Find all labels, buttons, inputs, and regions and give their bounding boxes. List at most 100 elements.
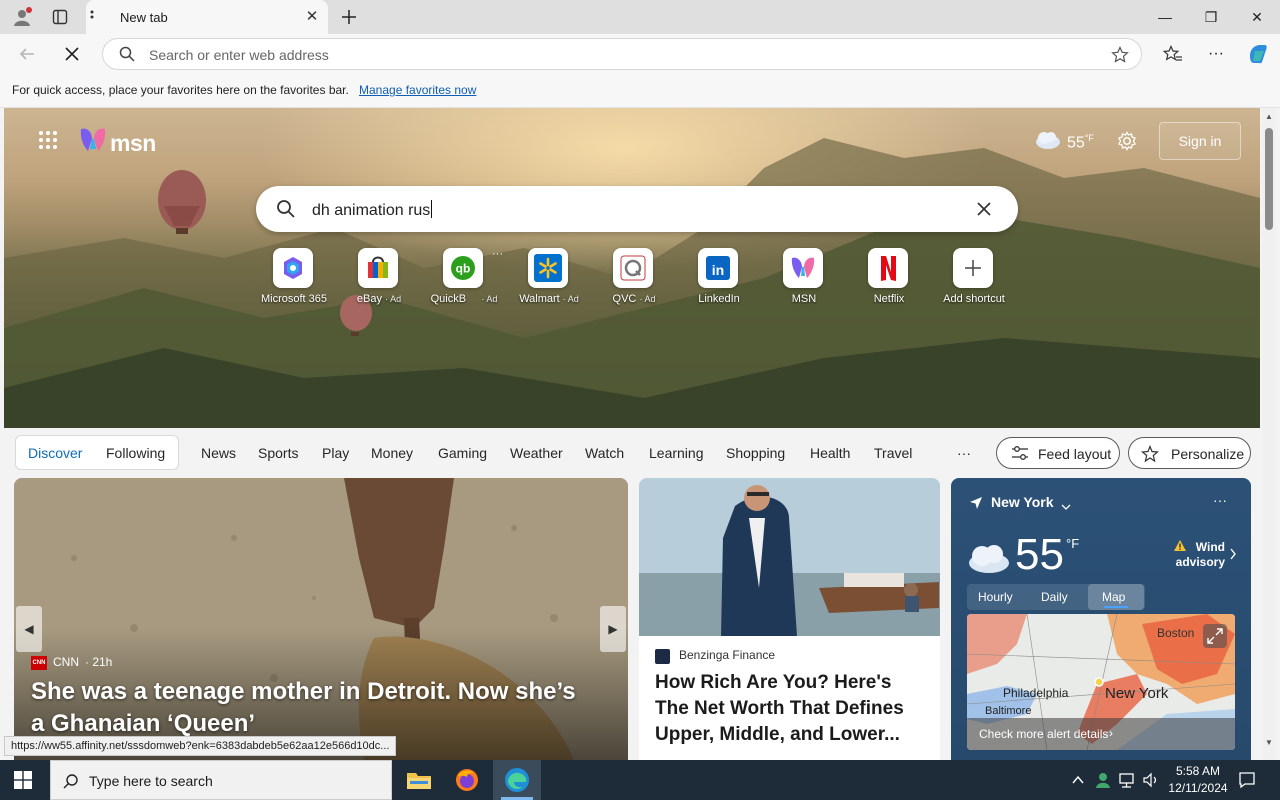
shortcut-label: QVC · Ad xyxy=(586,293,682,305)
msn-butterfly-icon xyxy=(80,128,106,151)
nav-shopping[interactable]: Shopping xyxy=(726,445,785,461)
ad-badge: · Ad xyxy=(481,294,498,304)
shortcut-quickbooks[interactable]: qb ··· QuickB · Ad xyxy=(422,248,506,312)
scroll-up-icon[interactable]: ▲ xyxy=(1265,112,1273,121)
sign-in-button[interactable]: Sign in xyxy=(1159,122,1241,160)
carousel-prev-button[interactable]: ◀ xyxy=(16,606,42,652)
carousel-next-button[interactable]: ▶ xyxy=(600,606,626,652)
page-scrollbar[interactable]: ▲ ▼ xyxy=(1262,108,1276,760)
nav-health[interactable]: Health xyxy=(810,445,850,461)
shortcut-linkedin[interactable]: in LinkedIn xyxy=(677,248,761,312)
cloud-weather-icon xyxy=(965,542,1011,574)
weather-more-icon[interactable]: ··· xyxy=(1213,492,1227,508)
header-weather-temp[interactable]: 55°F xyxy=(1067,133,1094,152)
shortcut-netflix[interactable]: Netflix xyxy=(847,248,931,312)
profile-icon[interactable] xyxy=(12,7,32,27)
news-card[interactable]: Benzinga Finance How Rich Are You? Here'… xyxy=(639,478,940,760)
header-weather-value: 55 xyxy=(1067,134,1085,152)
text-caret xyxy=(431,200,433,218)
more-options-icon[interactable]: ··· xyxy=(1207,45,1225,63)
tab-daily[interactable]: Daily xyxy=(1041,590,1068,604)
taskbar-search-box[interactable]: Type here to search xyxy=(50,760,392,800)
favorites-icon[interactable] xyxy=(1162,45,1183,63)
clear-search-icon[interactable] xyxy=(976,201,992,217)
feed-layout-button[interactable]: Feed layout xyxy=(996,437,1120,469)
web-search-box[interactable]: dh animation rus xyxy=(256,186,1018,232)
check-alert-details-link[interactable]: Check more alert details › xyxy=(967,718,1235,750)
netflix-icon xyxy=(868,248,908,288)
nav-play[interactable]: Play xyxy=(322,445,349,461)
nav-money[interactable]: Money xyxy=(371,445,413,461)
tab-actions-icon[interactable] xyxy=(52,9,68,25)
tray-app-icon[interactable] xyxy=(1094,771,1112,789)
nav-watch[interactable]: Watch xyxy=(585,445,624,461)
firefox-icon[interactable] xyxy=(455,768,479,792)
expand-map-icon[interactable] xyxy=(1203,624,1227,648)
shortcut-qvc[interactable]: QVC · Ad xyxy=(592,248,676,312)
copilot-icon[interactable] xyxy=(1246,42,1270,66)
apps-grid-icon[interactable] xyxy=(38,130,58,150)
file-explorer-icon[interactable] xyxy=(406,769,432,791)
stop-loading-icon[interactable] xyxy=(63,45,81,63)
details-chevron-right-icon: › xyxy=(1109,726,1113,740)
scroll-down-icon[interactable]: ▼ xyxy=(1265,738,1273,747)
manage-favorites-link[interactable]: Manage favorites now xyxy=(359,83,476,97)
weather-alert-map[interactable]: Boston Philadelphia New York Baltimore C… xyxy=(967,614,1235,750)
weather-alert[interactable]: Wind advisory xyxy=(1173,540,1225,570)
msn-logo[interactable]: msn xyxy=(78,122,162,160)
tab-hourly[interactable]: Hourly xyxy=(978,590,1013,604)
hero-background: msn 55°F Sign in dh animation rus Micros… xyxy=(4,108,1260,428)
show-hidden-icons-chevron-up-icon[interactable] xyxy=(1071,773,1085,785)
nav-weather[interactable]: Weather xyxy=(510,445,563,461)
address-bar[interactable]: Search or enter web address xyxy=(102,38,1142,70)
scrollbar-thumb[interactable] xyxy=(1265,128,1273,230)
nav-travel[interactable]: Travel xyxy=(874,445,912,461)
tab-discover[interactable]: Discover xyxy=(28,445,82,461)
alert-chevron-right-icon[interactable] xyxy=(1229,547,1237,560)
tab-new-tab[interactable]: New tab ✕ xyxy=(86,0,328,34)
settings-gear-icon[interactable] xyxy=(1117,131,1137,151)
minimize-icon[interactable]: — xyxy=(1150,6,1180,28)
nav-more-button[interactable]: ··· xyxy=(957,445,971,461)
nav-news[interactable]: News xyxy=(201,445,236,461)
shortcut-more-icon[interactable]: ··· xyxy=(492,248,503,260)
notifications-icon[interactable] xyxy=(1238,771,1256,789)
windows-start-icon[interactable] xyxy=(14,771,32,789)
weather-card[interactable]: New York ··· 55 °F Wind advisory Hourly … xyxy=(951,478,1251,760)
taskbar-clock[interactable]: 5:58 AM 12/11/2024 xyxy=(1160,763,1236,797)
weather-temperature: 55 xyxy=(1015,530,1064,579)
shortcut-microsoft-365[interactable]: Microsoft 365 xyxy=(252,248,336,312)
search-input[interactable]: dh animation rus xyxy=(312,200,433,220)
new-tab-button[interactable] xyxy=(339,7,359,27)
volume-icon[interactable] xyxy=(1142,771,1160,789)
hero-news-card[interactable]: ◀ ▶ CNN CNN · 21h She was a teenage moth… xyxy=(14,478,628,760)
network-icon[interactable] xyxy=(1118,771,1136,789)
shortcut-walmart[interactable]: Walmart · Ad xyxy=(507,248,591,312)
favorite-star-icon[interactable] xyxy=(1111,46,1129,64)
restore-icon[interactable]: ❐ xyxy=(1196,6,1226,28)
shortcut-add[interactable]: Add shortcut xyxy=(932,248,1016,312)
header-weather-cloud-icon[interactable] xyxy=(1032,130,1062,150)
edge-taskbar-button[interactable] xyxy=(493,760,541,800)
tab-following[interactable]: Following xyxy=(106,445,165,461)
tab-map-active[interactable]: Map xyxy=(1088,584,1144,610)
personalize-button[interactable]: Personalize xyxy=(1128,437,1251,469)
nav-gaming[interactable]: Gaming xyxy=(438,445,487,461)
shortcut-ebay[interactable]: eBay · Ad xyxy=(337,248,421,312)
tab-close-icon[interactable]: ✕ xyxy=(304,9,320,25)
walmart-spark-icon xyxy=(528,248,568,288)
close-window-icon[interactable]: ✕ xyxy=(1242,6,1272,28)
card2-title[interactable]: How Rich Are You? Here's The Net Worth T… xyxy=(655,670,927,748)
weather-city[interactable]: New York xyxy=(991,494,1054,510)
alert-line-1: Wind xyxy=(1195,540,1225,554)
search-icon xyxy=(119,46,135,62)
nav-sports[interactable]: Sports xyxy=(258,445,298,461)
alert-line-2: advisory xyxy=(1175,555,1225,569)
shortcut-label: Microsoft 365 xyxy=(246,293,342,305)
favorites-bar: For quick access, place your favorites h… xyxy=(0,74,1280,108)
city-chevron-down-icon[interactable] xyxy=(1061,498,1071,510)
back-icon[interactable] xyxy=(18,45,36,63)
hero-title[interactable]: She was a teenage mother in Detroit. Now… xyxy=(31,676,591,740)
shortcut-msn[interactable]: MSN xyxy=(762,248,846,312)
nav-learning[interactable]: Learning xyxy=(649,445,704,461)
